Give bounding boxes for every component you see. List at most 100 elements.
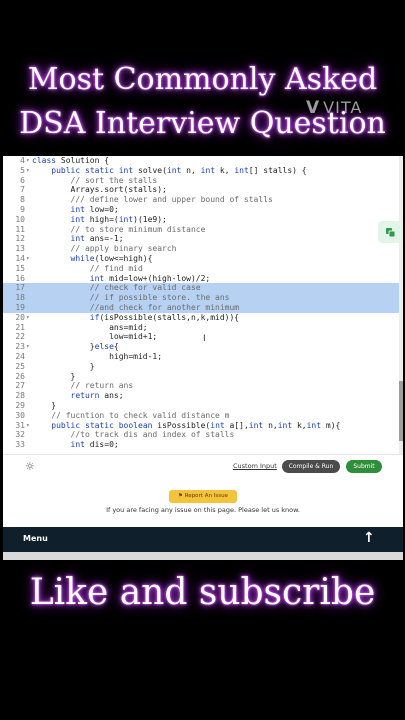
code-line[interactable]: 5 ▾ public static int solve(int n, int k,… bbox=[3, 166, 399, 176]
code-text: low=mid+1; bbox=[32, 332, 158, 342]
code-line[interactable]: 30 // fucntion to check valid distance m bbox=[3, 411, 399, 421]
line-number: 10 bbox=[15, 214, 25, 224]
line-number: 30 bbox=[15, 410, 25, 420]
code-line[interactable]: 21 ans=mid; bbox=[3, 323, 399, 333]
code-text: while(low<=high){ bbox=[70, 254, 153, 263]
code-line[interactable]: 12 int ans=-1; bbox=[3, 234, 399, 244]
line-number: 26 bbox=[15, 371, 25, 381]
code-line[interactable]: 9 int low=0; bbox=[3, 205, 399, 215]
line-number: 25 bbox=[15, 361, 25, 371]
code-line[interactable]: 31 ▾ public static boolean isPossible(int… bbox=[3, 421, 399, 431]
code-line[interactable]: 22 low=mid+1; bbox=[3, 332, 399, 342]
copy-icon[interactable] bbox=[378, 221, 403, 243]
code-text: //and check for another minimum bbox=[32, 303, 240, 312]
text-cursor-icon: I bbox=[203, 334, 206, 344]
code-line[interactable]: 23 ▾ }else{ bbox=[3, 342, 399, 352]
watermark: V VITA bbox=[306, 98, 362, 118]
lightbulb-icon[interactable]: ☼ bbox=[25, 460, 35, 473]
code-text: Arrays.sort(stalls); bbox=[32, 185, 167, 195]
code-text: int low=0; bbox=[70, 205, 119, 214]
line-number: 9 bbox=[20, 205, 25, 214]
code-text: high=mid-1; bbox=[32, 352, 163, 361]
subscribe-text: Like and subscribe bbox=[29, 572, 376, 613]
compile-run-button[interactable]: Compile & Run bbox=[282, 460, 340, 473]
code-text: } bbox=[32, 401, 57, 410]
code-line[interactable]: 27 // return ans bbox=[3, 381, 399, 391]
code-line[interactable]: 8 /// define lower and upper bound of st… bbox=[3, 195, 399, 205]
line-number: 31 bbox=[15, 420, 25, 430]
code-line[interactable]: 20 ▾ if(isPossible(stalls,n,k,mid)){ bbox=[3, 313, 399, 323]
line-number: 27 bbox=[15, 381, 25, 391]
issue-message: If you are facing any issue on this page… bbox=[106, 506, 300, 514]
editor-scrollbar-thumb[interactable] bbox=[399, 381, 403, 441]
line-number: 8 bbox=[20, 195, 25, 205]
code-line[interactable]: 24 high=mid-1; bbox=[3, 352, 399, 362]
code-text: int ans=-1; bbox=[70, 234, 124, 244]
fold-arrow-icon[interactable]: ▾ bbox=[26, 421, 30, 431]
code-line[interactable]: 7 Arrays.sort(stalls); bbox=[3, 185, 399, 195]
code-text: return ans; bbox=[70, 391, 124, 401]
line-number: 24 bbox=[15, 352, 25, 361]
line-number: 5 bbox=[20, 165, 25, 175]
line-number: 17 bbox=[15, 283, 25, 293]
code-line[interactable]: 4 ▾ class Solution { bbox=[3, 156, 399, 166]
code-line[interactable]: 25 } bbox=[3, 362, 399, 372]
code-text: // return ans bbox=[32, 381, 134, 391]
video-title-line1: Most Commonly Asked bbox=[27, 62, 378, 97]
code-text: // to store minimum distance bbox=[32, 224, 206, 234]
code-text: // sort the stalls bbox=[32, 175, 158, 185]
code-text: // apply binary search bbox=[32, 244, 177, 254]
code-line[interactable]: 15 // find mid bbox=[3, 264, 399, 274]
code-text: if(isPossible(stalls,n,k,mid)){ bbox=[89, 312, 240, 322]
code-text: public static int solve(int n, int k, in… bbox=[51, 165, 307, 175]
line-number: 19 bbox=[15, 303, 25, 312]
code-line[interactable]: 32 //to track dis and index of stalls bbox=[3, 430, 399, 440]
code-line[interactable]: 28 return ans; bbox=[3, 391, 399, 401]
code-line[interactable]: 13 // apply binary search bbox=[3, 244, 399, 254]
watermark-text: VITA bbox=[323, 98, 363, 117]
code-line[interactable]: 29 } bbox=[3, 401, 399, 411]
code-text: class Solution { bbox=[32, 156, 110, 165]
editor-toolbar: ☼ Custom Input Compile & Run Submit bbox=[3, 454, 403, 479]
menu-button[interactable]: Menu bbox=[23, 534, 48, 543]
line-number: 33 bbox=[15, 440, 25, 450]
line-number: 7 bbox=[20, 185, 25, 195]
code-text: // fucntion to check valid distance m bbox=[32, 410, 230, 420]
code-line[interactable]: 10 int high=(int)(1e9); bbox=[3, 215, 399, 225]
line-number: 23 bbox=[15, 342, 25, 352]
code-line[interactable]: 26 } bbox=[3, 372, 399, 382]
code-text: int mid=low+(high-low)/2; bbox=[89, 273, 211, 283]
fold-arrow-icon[interactable]: ▾ bbox=[26, 342, 30, 352]
fold-arrow-icon[interactable]: ▾ bbox=[26, 313, 30, 323]
line-number: 28 bbox=[15, 391, 25, 401]
submit-button[interactable]: Submit bbox=[346, 460, 382, 473]
fold-arrow-icon[interactable]: ▾ bbox=[26, 156, 30, 166]
arrow-up-icon[interactable]: ↑ bbox=[363, 530, 375, 546]
line-number: 15 bbox=[15, 263, 25, 273]
code-editor[interactable]: 4 ▾ class Solution {5 ▾ public static int s… bbox=[3, 156, 399, 454]
code-line[interactable]: 18 // if possible store. the ans bbox=[3, 293, 399, 303]
code-text: /// define lower and upper bound of stal… bbox=[32, 195, 273, 205]
code-line[interactable]: 33 int dis=0; bbox=[3, 440, 399, 450]
report-issue-button[interactable]: ⚑ Report An Issue bbox=[169, 490, 237, 503]
line-number: 20 bbox=[15, 312, 25, 322]
custom-input-link[interactable]: Custom Input bbox=[233, 462, 277, 470]
line-number: 21 bbox=[15, 322, 25, 332]
watermark-logo: V bbox=[306, 98, 321, 118]
line-number: 12 bbox=[15, 234, 25, 244]
code-line[interactable]: 6 // sort the stalls bbox=[3, 176, 399, 186]
code-line[interactable]: 16 int mid=low+(high-low)/2; bbox=[3, 274, 399, 284]
code-line[interactable]: 19 //and check for another minimum bbox=[3, 303, 399, 313]
fold-arrow-icon[interactable]: ▾ bbox=[26, 254, 30, 264]
line-number: 22 bbox=[15, 332, 25, 342]
code-line[interactable]: 11 // to store minimum distance bbox=[3, 225, 399, 235]
code-line[interactable]: 14 ▾ while(low<=high){ bbox=[3, 254, 399, 264]
fold-arrow-icon[interactable]: ▾ bbox=[26, 166, 30, 176]
code-text: int high=(int)(1e9); bbox=[70, 214, 167, 224]
code-line[interactable]: 17 // check for valid case bbox=[3, 283, 399, 294]
code-text: // check for valid case bbox=[32, 283, 201, 293]
code-text: } bbox=[32, 361, 95, 371]
line-number: 13 bbox=[15, 244, 25, 254]
line-number: 32 bbox=[15, 430, 25, 440]
code-text: }else{ bbox=[32, 342, 119, 352]
